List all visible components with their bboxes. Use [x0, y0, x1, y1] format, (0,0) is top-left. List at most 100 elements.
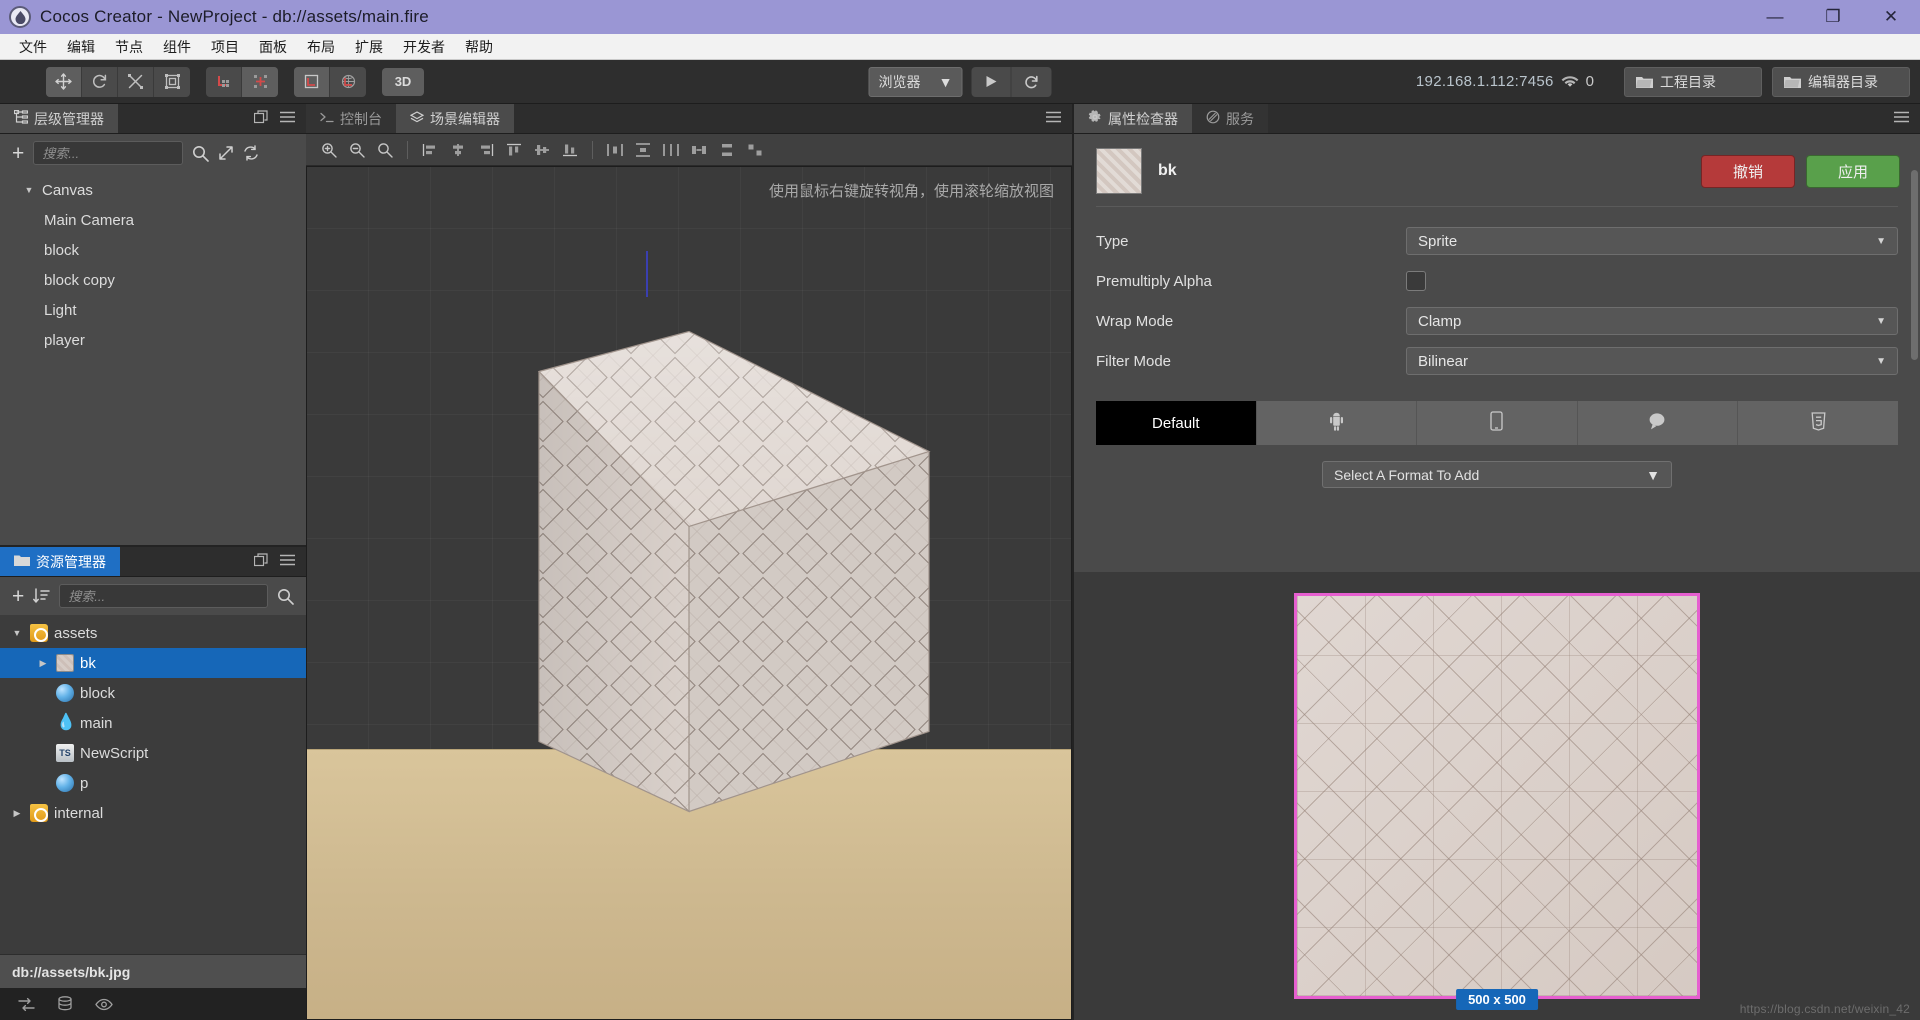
hamburger-icon[interactable] [280, 111, 295, 126]
menu-component[interactable]: 组件 [154, 35, 200, 59]
chevron-right-icon[interactable]: ▶ [36, 658, 50, 669]
database-icon[interactable] [57, 996, 73, 1012]
move-icon[interactable] [46, 66, 82, 97]
asset-row-block[interactable]: ▶ block [0, 678, 306, 708]
assets-search-input[interactable] [59, 584, 268, 608]
search-icon[interactable] [192, 145, 210, 162]
revert-button[interactable]: 撤销 [1701, 154, 1795, 188]
hamburger-icon[interactable] [1894, 111, 1909, 126]
menu-help[interactable]: 帮助 [456, 35, 502, 59]
local-axis-icon[interactable] [294, 66, 330, 97]
chevron-right-icon[interactable]: ▶ [10, 808, 24, 819]
hierarchy-node-block-copy[interactable]: block copy [0, 265, 306, 295]
menu-layout[interactable]: 布局 [298, 35, 344, 59]
center-icon[interactable] [242, 66, 278, 97]
eye-icon[interactable] [95, 998, 113, 1011]
asset-row-p[interactable]: ▶ p [0, 768, 306, 798]
zoom-in-icon[interactable] [316, 138, 342, 162]
format-tab-default[interactable]: Default [1096, 401, 1257, 445]
plus-icon[interactable]: + [12, 586, 24, 607]
align-vcenter-icon[interactable] [529, 138, 555, 162]
asset-row-bk[interactable]: ▶ bk [0, 648, 306, 678]
align-right-icon[interactable] [473, 138, 499, 162]
rotate-icon[interactable] [82, 66, 118, 97]
zoom-reset-icon[interactable] [372, 138, 398, 162]
tab-hierarchy[interactable]: 层级管理器 [0, 104, 118, 133]
asset-row-newscript[interactable]: ▶ TS NewScript [0, 738, 306, 768]
apply-button[interactable]: 应用 [1806, 154, 1900, 188]
menu-edit[interactable]: 编辑 [58, 35, 104, 59]
space-v-icon[interactable] [714, 138, 740, 162]
chevron-down-icon[interactable]: ▼ [10, 628, 24, 638]
maximize-panel-icon[interactable] [253, 110, 268, 127]
scale-icon[interactable] [118, 66, 154, 97]
distribute-v-icon[interactable] [630, 138, 656, 162]
tab-scene-editor[interactable]: 场景编辑器 [396, 104, 514, 133]
zoom-out-icon[interactable] [344, 138, 370, 162]
asset-row-internal[interactable]: ▶ internal [0, 798, 306, 828]
tab-console[interactable]: 控制台 [306, 104, 396, 133]
hierarchy-node-player[interactable]: player [0, 325, 306, 355]
hierarchy-node-block[interactable]: block [0, 235, 306, 265]
chevron-down-icon[interactable]: ▼ [22, 185, 36, 195]
format-add-select[interactable]: Select A Format To Add ▼ [1322, 461, 1672, 488]
refresh-assets-icon[interactable] [18, 997, 35, 1012]
align-bottom-icon[interactable] [557, 138, 583, 162]
format-tab-android[interactable] [1257, 401, 1418, 445]
menu-extension[interactable]: 扩展 [346, 35, 392, 59]
expand-icon[interactable] [218, 145, 234, 161]
hierarchy-node-main-camera[interactable]: Main Camera [0, 205, 306, 235]
type-select[interactable]: Sprite ▼ [1406, 227, 1898, 255]
hierarchy-node-light[interactable]: Light [0, 295, 306, 325]
menu-project[interactable]: 项目 [202, 35, 248, 59]
asset-row-main[interactable]: ▶ 💧 main [0, 708, 306, 738]
tab-console-label: 控制台 [340, 110, 382, 127]
play-button[interactable] [972, 66, 1012, 97]
premultiply-alpha-checkbox[interactable] [1406, 271, 1426, 291]
preview-target-select[interactable]: 浏览器 ▼ [868, 66, 963, 97]
tab-service-label: 服务 [1226, 110, 1254, 127]
pivot-icon[interactable] [206, 66, 242, 97]
menu-node[interactable]: 节点 [106, 35, 152, 59]
hierarchy-search-input[interactable] [33, 141, 184, 165]
tab-service[interactable]: 服务 [1192, 104, 1268, 133]
minimize-button[interactable]: — [1746, 0, 1804, 34]
tab-assets[interactable]: 资源管理器 [0, 547, 120, 576]
mode-3d-toggle[interactable]: 3D [382, 67, 424, 96]
hamburger-icon[interactable] [1046, 111, 1061, 126]
format-tab-html5[interactable] [1738, 401, 1898, 445]
scene-viewport[interactable]: 使用鼠标右键旋转视角，使用滚轮缩放视图 [306, 166, 1072, 1020]
wrap-mode-select[interactable]: Clamp ▼ [1406, 307, 1898, 335]
maximize-panel-icon[interactable] [253, 553, 268, 570]
align-top-icon[interactable] [501, 138, 527, 162]
hierarchy-node-canvas[interactable]: ▼ Canvas [0, 175, 306, 205]
format-tab-wechat[interactable] [1578, 401, 1739, 445]
hamburger-icon[interactable] [280, 554, 295, 569]
refresh-button[interactable] [1012, 67, 1052, 97]
search-icon[interactable] [277, 588, 294, 605]
sync-icon[interactable] [243, 145, 259, 161]
space-both-icon[interactable] [742, 138, 768, 162]
plus-icon[interactable]: + [12, 143, 24, 164]
maximize-button[interactable]: ❐ [1804, 0, 1862, 34]
editor-dir-button[interactable]: 编辑器目录 [1772, 66, 1910, 97]
align-left-icon[interactable] [417, 138, 443, 162]
project-dir-button[interactable]: 工程目录 [1624, 66, 1762, 97]
menu-file[interactable]: 文件 [10, 35, 56, 59]
rect-transform-icon[interactable] [154, 67, 190, 97]
distribute-equal-icon[interactable] [658, 138, 684, 162]
distribute-h-icon[interactable] [602, 138, 628, 162]
tab-inspector[interactable]: 属性检查器 [1074, 104, 1192, 133]
filter-mode-select[interactable]: Bilinear ▼ [1406, 347, 1898, 375]
space-h-icon[interactable] [686, 138, 712, 162]
format-tab-ios[interactable] [1417, 401, 1578, 445]
close-button[interactable]: ✕ [1862, 0, 1920, 34]
menu-developer[interactable]: 开发者 [394, 35, 454, 59]
sort-icon[interactable] [33, 588, 51, 604]
property-list: Type Sprite ▼ Premultiply Alpha Wrap Mod… [1074, 207, 1920, 381]
menu-panel[interactable]: 面板 [250, 35, 296, 59]
inspector-scrollbar[interactable] [1911, 170, 1918, 360]
global-axis-icon[interactable] [330, 67, 366, 97]
align-hcenter-icon[interactable] [445, 138, 471, 162]
asset-row-assets[interactable]: ▼ assets [0, 618, 306, 648]
